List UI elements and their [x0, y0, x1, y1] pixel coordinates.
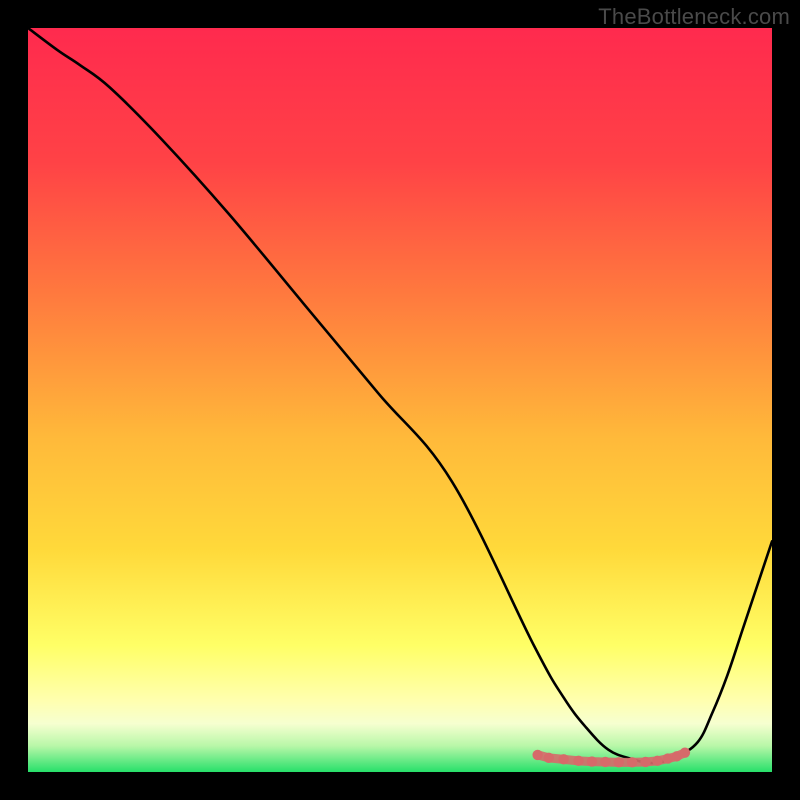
highlight-dot: [532, 750, 542, 760]
highlight-dot: [627, 757, 637, 767]
plot-area: [28, 28, 772, 772]
highlight-dot: [600, 757, 610, 767]
gradient-background: [28, 28, 772, 772]
highlight-dot: [652, 756, 662, 766]
highlight-dot: [614, 757, 624, 767]
highlight-dot: [573, 756, 583, 766]
highlight-dot: [544, 753, 554, 763]
chart-frame: TheBottleneck.com: [0, 0, 800, 800]
highlight-dot: [587, 756, 597, 766]
highlight-dot: [640, 757, 650, 767]
watermark-text: TheBottleneck.com: [598, 4, 790, 30]
chart-svg: [28, 28, 772, 772]
highlight-dot: [558, 754, 568, 764]
highlight-dot: [663, 753, 673, 763]
highlight-dot: [680, 747, 690, 757]
